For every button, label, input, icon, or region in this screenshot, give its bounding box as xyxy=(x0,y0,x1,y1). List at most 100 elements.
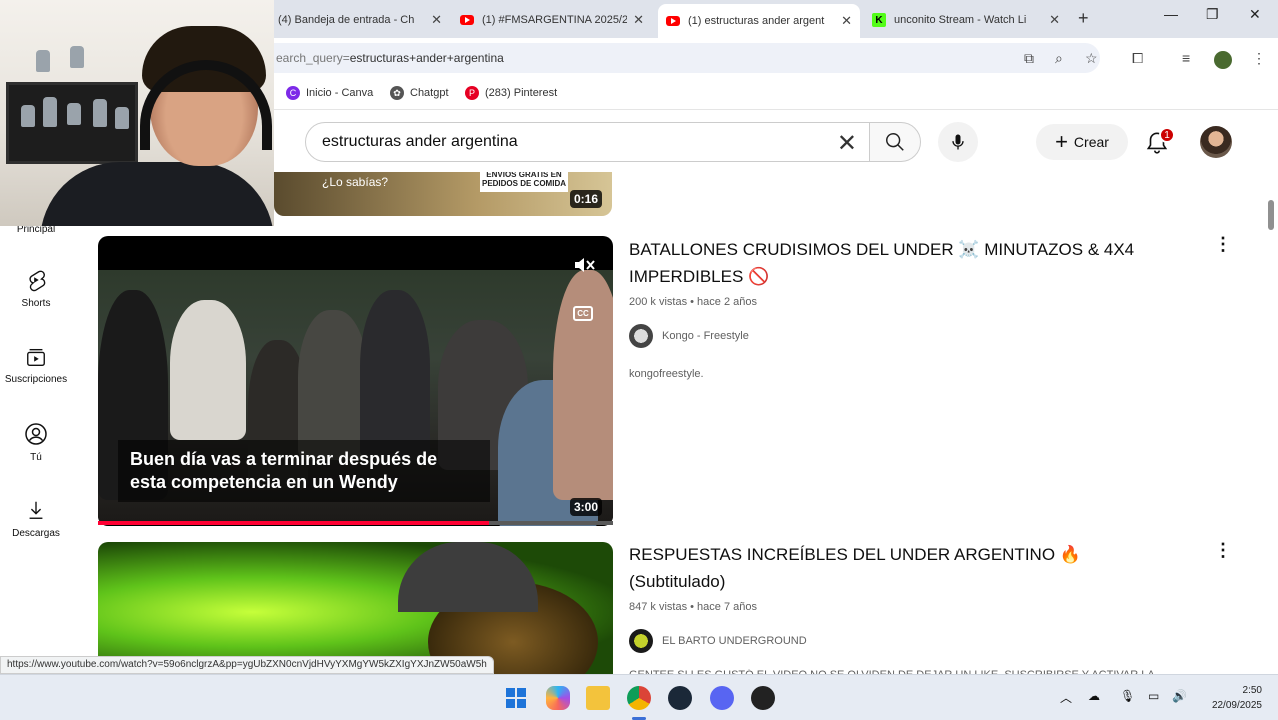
bookmark-label: Chatgpt xyxy=(410,87,449,99)
kick-icon: K xyxy=(872,13,886,27)
network-icon[interactable]: ▭ xyxy=(1148,689,1159,703)
url-prefix: earch_query= xyxy=(276,51,350,65)
close-icon[interactable]: ✕ xyxy=(841,13,852,29)
more-actions-icon[interactable]: ⋮ xyxy=(1214,541,1232,559)
sidebar-item-descargas[interactable]: Descargas xyxy=(0,498,72,539)
steam-icon[interactable] xyxy=(668,686,692,710)
search-button[interactable] xyxy=(869,122,921,162)
bookmark-label: Inicio - Canva xyxy=(306,87,374,99)
video-title[interactable]: RESPUESTAS INCREÍBLES DEL UNDER ARGENTIN… xyxy=(629,541,1169,595)
tab-gmail[interactable]: (4) Bandeja de entrada - Ch ✕ xyxy=(270,6,450,34)
create-button[interactable]: + Crear xyxy=(1036,124,1128,160)
channel-link[interactable]: EL BARTO UNDERGROUND xyxy=(629,629,1189,653)
sidebar-item-label: Shorts xyxy=(21,298,51,309)
bookmark-label: (283) Pinterest xyxy=(485,87,558,99)
video-thumbnail-partial[interactable]: ¿Lo sabías? ENVIOS GRATIS EN PEDIDOS DE … xyxy=(274,172,612,216)
windows-start-icon[interactable] xyxy=(504,686,528,710)
preview-progress-fill xyxy=(98,521,490,525)
promo-badge: ENVIOS GRATIS EN PEDIDOS DE COMIDA xyxy=(480,172,568,192)
duration-badge: 0:16 xyxy=(570,190,603,208)
media-control-icon[interactable]: ≡ xyxy=(1182,50,1190,66)
video-thumbnail-preview[interactable]: Buen día vas a terminar después de esta … xyxy=(98,236,613,526)
thumbnail-text: ¿Lo sabías? xyxy=(322,175,389,189)
tab-fmsargentina[interactable]: (1) #FMSARGENTINA 2025/2 ✕ xyxy=(452,6,652,34)
sidebar-item-suscripciones[interactable]: Suscripciones xyxy=(0,346,72,385)
preview-caption: Buen día vas a terminar después de esta … xyxy=(118,440,490,502)
create-label: Crear xyxy=(1073,134,1109,150)
tab-label: (1) estructuras ander argent xyxy=(688,15,825,27)
close-window-icon[interactable]: ✕ xyxy=(1249,6,1261,23)
scrollbar-thumb[interactable] xyxy=(1268,200,1274,230)
close-icon[interactable]: ✕ xyxy=(431,12,442,28)
copilot-icon[interactable] xyxy=(546,686,570,710)
video-meta-1: BATALLONES CRUDISIMOS DEL UNDER ☠️ MINUT… xyxy=(629,236,1169,380)
microphone-tray-icon[interactable]: 🎙 xyxy=(1120,689,1135,703)
install-app-icon[interactable]: ⧉ xyxy=(1024,50,1034,67)
search-value: estructuras ander argentina xyxy=(322,133,518,150)
sidebar-item-tu[interactable]: Tú xyxy=(0,422,72,463)
notification-badge: 1 xyxy=(1159,127,1175,143)
close-icon[interactable]: ✕ xyxy=(1049,12,1060,28)
subscriptions-icon xyxy=(27,348,45,366)
chrome-icon[interactable] xyxy=(627,686,651,710)
bookmark-chatgpt[interactable]: ✿ Chatgpt xyxy=(390,86,449,100)
webcam-overlay xyxy=(0,0,274,226)
video-stats: 200 k vistas • hace 2 años xyxy=(629,296,757,308)
youtube-icon xyxy=(460,15,474,25)
address-bar[interactable]: earch_query= estructuras+ander+argentina xyxy=(240,43,1100,73)
extensions-icon[interactable]: ⧠ xyxy=(1132,50,1143,67)
more-actions-icon[interactable]: ⋮ xyxy=(1214,235,1232,253)
sidebar-item-label: Tú xyxy=(30,452,42,463)
video-meta-2: RESPUESTAS INCREÍBLES DEL UNDER ARGENTIN… xyxy=(629,541,1189,681)
clear-search-icon[interactable]: ✕ xyxy=(837,129,857,158)
screen: (4) Bandeja de entrada - Ch ✕ (1) #FMSAR… xyxy=(0,0,1278,720)
microphone-icon xyxy=(952,134,964,150)
discord-icon[interactable] xyxy=(710,686,734,710)
sidebar-item-label: Suscripciones xyxy=(4,374,68,385)
more-menu-icon[interactable]: ⋮ xyxy=(1252,50,1266,67)
minimize-icon[interactable]: — xyxy=(1164,6,1178,22)
channel-avatar[interactable] xyxy=(629,629,653,653)
tab-kick-stream[interactable]: K unconito Stream - Watch Li ✕ xyxy=(864,6,1068,34)
clock-date: 22/09/2025 xyxy=(1211,700,1262,711)
sidebar-item-shorts[interactable]: Shorts xyxy=(0,268,72,309)
close-icon[interactable]: ✕ xyxy=(633,12,644,28)
bookmark-star-icon[interactable]: ☆ xyxy=(1085,50,1098,67)
chevron-up-icon[interactable]: ︿ xyxy=(1060,689,1072,706)
tab-label: unconito Stream - Watch Li xyxy=(894,14,1027,26)
system-clock[interactable]: 2:50 22/09/2025 xyxy=(1196,683,1262,713)
volume-icon[interactable]: 🔊 xyxy=(1172,689,1187,703)
channel-link[interactable]: Kongo - Freestyle xyxy=(629,324,1169,348)
voice-search-button[interactable] xyxy=(938,122,978,162)
app-icon[interactable] xyxy=(751,686,775,710)
video-title[interactable]: BATALLONES CRUDISIMOS DEL UNDER ☠️ MINUT… xyxy=(629,236,1169,290)
channel-name[interactable]: Kongo - Freestyle xyxy=(662,330,749,342)
channel-avatar[interactable] xyxy=(629,324,653,348)
zoom-icon[interactable]: ⌕ xyxy=(1055,50,1063,67)
muted-speaker-icon[interactable] xyxy=(572,254,596,276)
profile-avatar-icon[interactable] xyxy=(1214,51,1232,69)
page-scrollbar[interactable] xyxy=(1266,172,1278,672)
account-avatar[interactable] xyxy=(1200,126,1232,158)
new-tab-icon[interactable]: + xyxy=(1078,8,1089,29)
duration-badge: 3:00 xyxy=(570,498,603,516)
bookmark-canva[interactable]: C Inicio - Canva xyxy=(286,86,373,100)
onedrive-icon[interactable]: ☁ xyxy=(1088,689,1100,703)
search-input[interactable]: estructuras ander argentina ✕ xyxy=(305,122,870,162)
preview-progress-bar[interactable] xyxy=(98,521,613,525)
windows-taskbar: ︿ ☁ 🎙 ▭ 🔊 2:50 22/09/2025 xyxy=(0,674,1278,720)
restore-icon[interactable]: ❐ xyxy=(1206,6,1219,23)
pinterest-icon: P xyxy=(465,86,479,100)
closed-captions-icon[interactable]: CC xyxy=(573,306,593,321)
bookmark-pinterest[interactable]: P (283) Pinterest xyxy=(465,86,557,100)
youtube-icon xyxy=(666,16,680,26)
tab-label: (4) Bandeja de entrada - Ch xyxy=(278,14,415,26)
file-explorer-icon[interactable] xyxy=(586,686,610,710)
shorts-icon xyxy=(29,270,46,292)
video-description: kongofreestyle. xyxy=(629,368,704,380)
clock-time: 2:50 xyxy=(1242,685,1262,696)
status-bar-url: https://www.youtube.com/watch?v=59o6nclg… xyxy=(0,656,494,674)
tab-estructuras[interactable]: (1) estructuras ander argent ✕ xyxy=(658,4,860,38)
search-icon xyxy=(886,133,904,151)
channel-name[interactable]: EL BARTO UNDERGROUND xyxy=(662,635,807,647)
